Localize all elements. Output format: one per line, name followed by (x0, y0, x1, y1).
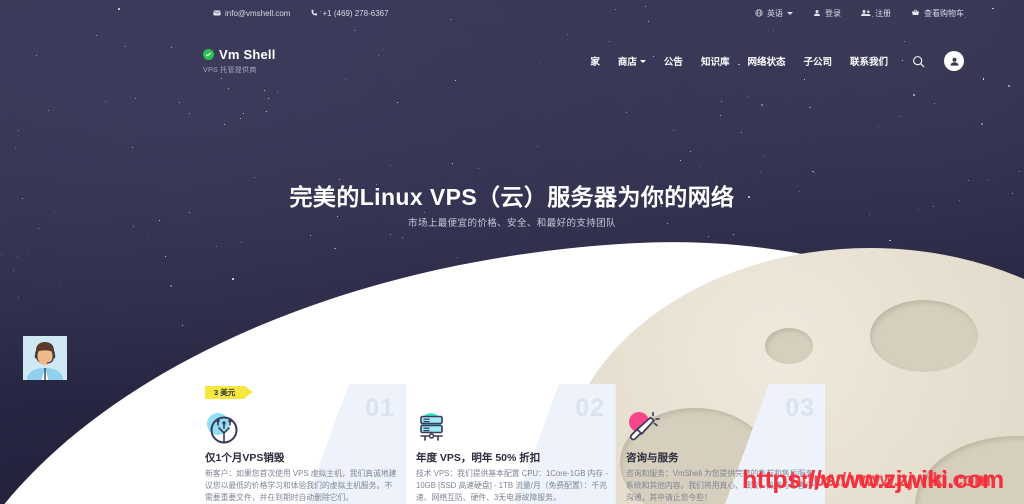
register-label: 注册 (875, 8, 891, 18)
server-icon (416, 411, 450, 445)
feature-card-1[interactable]: 01 3 美元 仅1个月VPS销毁 新客户：如果您首次使用 VPS 虚拟主机，我… (195, 384, 405, 504)
login-link[interactable]: 登录 (813, 8, 841, 19)
nav-item-network-status[interactable]: 网络状态 (747, 54, 785, 68)
chevron-down-icon (787, 11, 793, 15)
cart-icon (911, 9, 920, 17)
card-body: 技术 VPS：我们提供基本配置 CPU：1Core-1GB 内存 - 10GB … (416, 469, 608, 503)
nav-item-shop[interactable]: 商店 (618, 54, 646, 68)
main-navigation: 家 商店 公告 知识库 网络状态 子公司 联系我们 (590, 51, 964, 71)
feature-card-2[interactable]: 02 年度 VPS，明年 50% 折扣 技术 VPS：我们提供基本配置 CPU：… (405, 384, 615, 504)
megaphone-icon (626, 411, 660, 445)
envelope-icon (213, 9, 221, 17)
nav-item-announcements[interactable]: 公告 (664, 54, 683, 68)
card-body: 新客户：如果您首次使用 VPS 虚拟主机，我们真诚地建议您以最低的价格学习和体验… (205, 469, 397, 503)
network-circle-icon (205, 411, 239, 445)
language-label: 英语 (767, 8, 783, 18)
nav-item-label: 商店 (617, 57, 637, 68)
nav-item-label: 网络状态 (747, 57, 786, 68)
phone-icon (310, 9, 318, 17)
nav-item-label: 家 (590, 57, 600, 68)
card-title: 咨询与服务 (626, 452, 679, 464)
language-selector[interactable]: 英语 (755, 8, 793, 19)
search-icon[interactable] (910, 53, 926, 69)
watermark-primary: https://www.zjwiki.com (742, 466, 1004, 494)
utility-topbar: info@vmshell.com +1 (469) 278-6367 英语 登录… (0, 0, 1024, 26)
topbar-phone-text: +1 (469) 278-6367 (322, 8, 389, 18)
card-number: 02 (575, 394, 605, 422)
hero-title: 完美的Linux VPS（云）服务器为你的网络 (289, 184, 735, 210)
brand-tagline: VPS 托管提供商 (203, 67, 257, 74)
topbar-email-text: info@vmshell.com (225, 8, 291, 18)
support-agent-avatar[interactable] (23, 336, 67, 380)
users-icon (861, 9, 871, 17)
check-circle-icon (203, 49, 214, 60)
site-header: Vm Shell VPS 托管提供商 家 商店 公告 知识库 网络状态 子公司 (0, 40, 1024, 82)
account-avatar[interactable] (944, 51, 964, 71)
globe-icon (755, 9, 763, 17)
price-badge: 3 美元 (205, 386, 254, 399)
topbar-email[interactable]: info@vmshell.com (213, 9, 290, 18)
nav-item-label: 联系我们 (849, 57, 888, 68)
nav-item-label: 公告 (663, 57, 683, 68)
brand-logo[interactable]: Vm Shell VPS 托管提供商 (203, 47, 276, 75)
nav-item-knowledgebase[interactable]: 知识库 (701, 54, 730, 68)
chevron-down-icon (639, 59, 646, 63)
nav-item-label: 子公司 (803, 57, 832, 68)
brand-name: Vm Shell (219, 47, 276, 62)
card-number: 01 (365, 394, 395, 422)
topbar-phone[interactable]: +1 (469) 278-6367 (310, 8, 389, 18)
hero-subtitle: 市场上最便宜的价格、安全、和最好的支持团队 (408, 218, 616, 229)
nav-item-affiliates[interactable]: 子公司 (803, 54, 832, 68)
nav-item-home[interactable]: 家 (590, 54, 600, 68)
nav-item-contact[interactable]: 联系我们 (850, 54, 888, 68)
nav-item-label: 知识库 (700, 57, 730, 68)
login-label: 登录 (825, 8, 841, 18)
register-link[interactable]: 注册 (861, 8, 891, 19)
card-title: 仅1个月VPS销毁 (205, 452, 285, 464)
cart-link[interactable]: 查看购物车 (911, 8, 964, 19)
card-title: 年度 VPS，明年 50% 折扣 (416, 452, 541, 464)
user-icon (813, 9, 821, 17)
card-number: 03 (785, 394, 815, 422)
cart-label: 查看购物车 (924, 8, 964, 18)
